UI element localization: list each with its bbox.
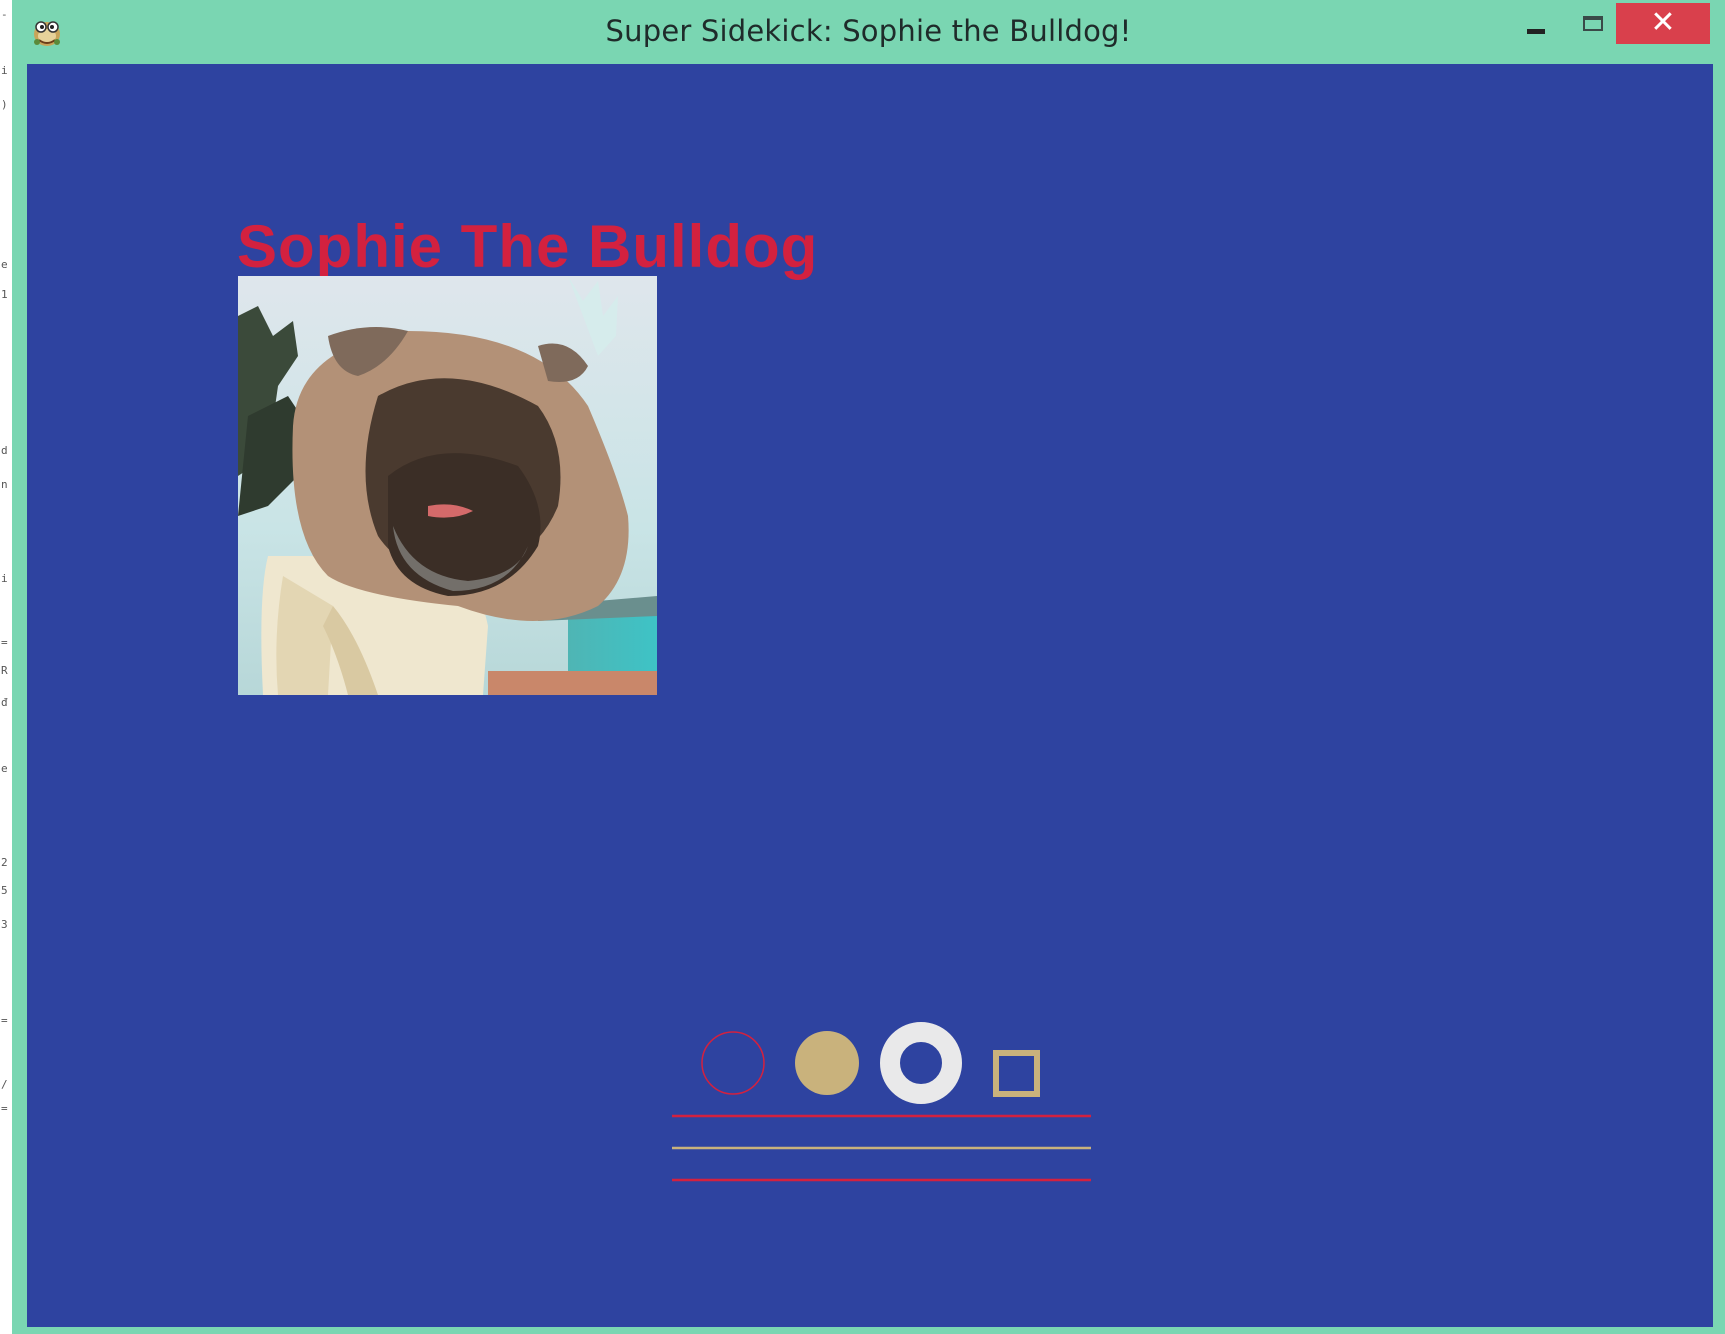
maximize-button[interactable] <box>1573 10 1619 46</box>
tan-outline-square <box>993 1050 1040 1097</box>
gutter-mark: n <box>1 478 8 491</box>
gutter-mark: 3 <box>1 918 8 931</box>
minimize-button[interactable] <box>1515 14 1561 50</box>
drawn-shapes <box>672 1022 1091 1182</box>
gutter-mark: - <box>1 8 8 21</box>
gutter-mark: / <box>1 1078 8 1091</box>
pygame-window: Super Sidekick: Sophie the Bulldog! ✕ So… <box>12 0 1725 1334</box>
gutter-mark: 1 <box>1 288 8 301</box>
close-button[interactable]: ✕ <box>1616 3 1710 44</box>
gutter-mark: = <box>1 636 8 649</box>
maximize-icon <box>1583 16 1603 31</box>
minimize-icon <box>1527 29 1545 34</box>
title-bar[interactable]: Super Sidekick: Sophie the Bulldog! ✕ <box>12 0 1725 64</box>
gutter-mark: đ <box>1 696 8 709</box>
gutter-mark: = <box>1 1014 8 1027</box>
tan-filled-circle <box>795 1031 859 1095</box>
gutter-mark: R <box>1 664 8 677</box>
gutter-mark: d <box>1 444 8 457</box>
game-canvas[interactable]: Sophie The Bulldog <box>27 64 1713 1327</box>
gutter-mark: i <box>1 572 8 585</box>
gutter-mark: e <box>1 258 8 271</box>
close-icon: ✕ <box>1650 5 1676 40</box>
white-ring <box>880 1022 962 1104</box>
gutter-mark: i <box>1 64 8 77</box>
red-outline-circle <box>701 1031 765 1095</box>
gutter-mark: e <box>1 762 8 775</box>
gutter-mark: 2 <box>1 856 8 869</box>
gutter-mark: 5 <box>1 884 8 897</box>
window-title: Super Sidekick: Sophie the Bulldog! <box>605 14 1132 48</box>
gutter-mark: ) <box>1 98 8 111</box>
gutter-mark: = <box>1 1102 8 1115</box>
